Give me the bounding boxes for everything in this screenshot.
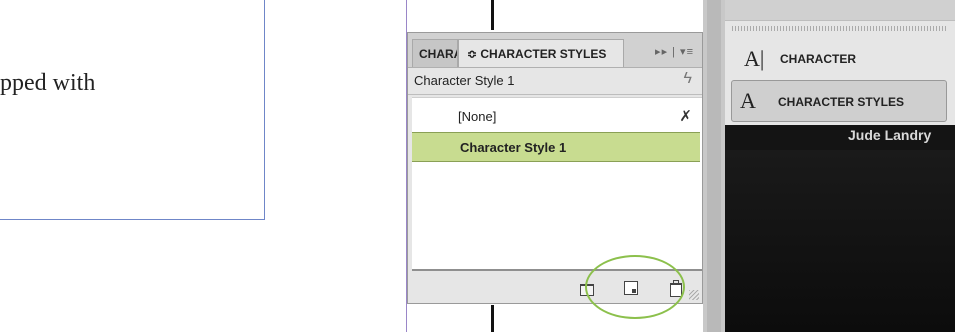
highlight-circle	[585, 255, 685, 319]
photo-background	[725, 150, 955, 332]
style-label: Character Style 1	[460, 140, 567, 155]
frame-edge-top	[491, 0, 494, 30]
scrollbar-track	[707, 0, 721, 332]
quick-apply-icon[interactable]: ϟ	[684, 70, 692, 88]
dock-item-label: CHARACTER STYLES	[778, 95, 905, 109]
no-edit-pencil-icon: ✗	[679, 108, 692, 125]
panel-menu-icon[interactable]: ▸▸ | ▾≡	[655, 45, 694, 58]
frame-edge-bottom	[491, 305, 494, 332]
dock-grip-icon[interactable]	[732, 26, 948, 31]
text-frame[interactable]	[0, 0, 265, 220]
tab-character[interactable]: CHARACTER	[412, 39, 458, 67]
character-icon: A|	[744, 46, 765, 71]
character-styles-icon: A	[740, 88, 756, 113]
dock-item-label: CHARACTER	[780, 52, 856, 66]
current-style-row: Character Style 1 ϟ	[408, 68, 702, 95]
current-style-name: Character Style 1	[414, 73, 515, 88]
author-name: Jude Landry	[848, 127, 932, 143]
list-item[interactable]: [None] ✗	[412, 102, 700, 132]
dock-header	[725, 0, 955, 20]
dock-item-character[interactable]: A| CHARACTER	[734, 40, 950, 78]
dock-item-character-styles[interactable]: A CHARACTER STYLES	[731, 80, 947, 122]
style-label: [None]	[458, 109, 497, 124]
list-item-selected[interactable]: Character Style 1	[412, 132, 700, 162]
panel-tab-bar: CHARACTER ≎ CHARACTER STYLES ▸▸ | ▾≡	[408, 33, 702, 68]
resize-grip-icon[interactable]	[689, 290, 699, 300]
document-text: pped with	[0, 70, 96, 96]
tab-character-styles[interactable]: ≎ CHARACTER STYLES	[458, 39, 624, 67]
styles-list: [None] ✗ Character Style 1	[412, 97, 702, 271]
